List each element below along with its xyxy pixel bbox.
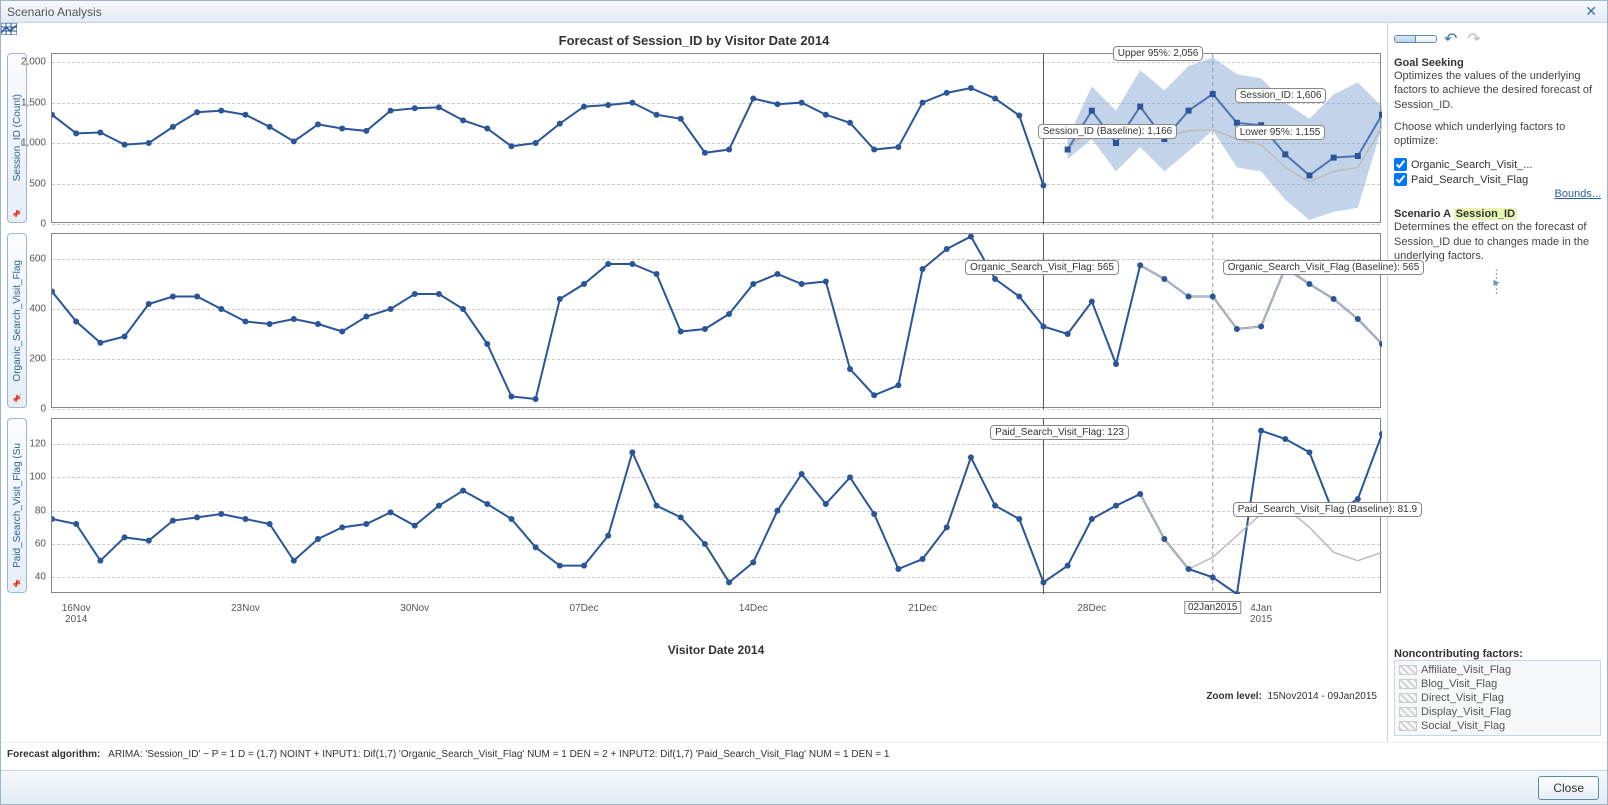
noncontributing-list: Affiliate_Visit_FlagBlog_Visit_FlagDirec… [1394,660,1601,736]
table-view-button[interactable] [1416,36,1436,42]
noncontributing-item: Direct_Visit_Flag [1399,691,1596,705]
plot-panel: 40608010012016Nov 201423Nov30Nov07Dec14D… [51,418,1381,593]
scenario-header: Scenario A Session_ID [1394,208,1601,220]
optimize-factor-1[interactable]: Organic_Search_Visit_... [1394,158,1601,171]
optimize-factor-1-checkbox[interactable] [1394,158,1407,171]
side-panel: ↶ ↷ Goal Seeking Optimizes the values of… [1387,23,1607,742]
view-segmented-control [1394,35,1437,43]
noncontributing-item: Social_Visit_Flag [1399,719,1596,733]
chart-area: Forecast of Session_ID by Visitor Date 2… [1,23,1387,742]
callout-paid-baseline: Paid_Search_Visit_Flag (Baseline): 81.9 [1233,502,1422,517]
window-title: Scenario Analysis [7,5,102,19]
optimize-factor-2[interactable]: Paid_Search_Visit_Flag [1394,173,1601,186]
callout-upper95: Upper 95%: 2,056 [1113,46,1204,61]
callout-paid: Paid_Search_Visit_Flag: 123 [990,425,1129,440]
goal-seeking-description: Optimizes the values of the underlying f… [1394,69,1601,112]
callout-lower95: Lower 95%: 1,155 [1235,125,1326,140]
reference-date-badge: 02Jan2015 [1184,601,1242,614]
goal-seeking-header: Goal Seeking [1394,57,1601,69]
close-button[interactable]: Close [1538,776,1599,800]
noncontributing-item: Display_Visit_Flag [1399,705,1596,719]
choose-factors-label: Choose which underlying factors to optim… [1394,120,1601,149]
plot-panel: 05001,0001,5002,000Upper 95%: 2,056Sessi… [51,53,1381,223]
dialog-footer: Close [1,770,1607,804]
x-axis-title: Visitor Date 2014 [52,643,1380,657]
plot-panel: 0200400600Organic_Search_Visit_Flag: 565… [51,233,1381,408]
title-bar: Scenario Analysis ✕ [1,1,1607,23]
forecast-algorithm-row: Forecast algorithm: ARIMA: 'Session_ID' … [1,742,1607,770]
callout-organic: Organic_Search_Visit_Flag: 565 [965,260,1119,275]
view-toolbar: ↶ ↷ [1394,29,1601,49]
zoom-level-label: Zoom level: 15Nov2014 - 09Jan2015 [1206,691,1377,702]
scenario-token: Session_ID [1454,208,1517,220]
chart-view-button[interactable] [1395,36,1416,42]
optimize-factor-1-label: Organic_Search_Visit_... [1411,159,1532,171]
window-close-button[interactable]: ✕ [1581,3,1601,20]
redo-button[interactable]: ↷ [1464,29,1483,49]
forecast-algorithm-text: ARIMA: 'Session_ID' ~ P = 1 D = (1,7) NO… [108,749,889,760]
optimize-factor-2-label: Paid_Search_Visit_Flag [1411,174,1528,186]
noncontributing-item: Blog_Visit_Flag [1399,677,1596,691]
callout-organic-baseline: Organic_Search_Visit_Flag (Baseline): 56… [1223,260,1425,275]
undo-button[interactable]: ↶ [1441,29,1460,49]
optimize-factor-2-checkbox[interactable] [1394,173,1407,186]
callout-session-baseline: Session_ID (Baseline): 1,166 [1038,124,1178,139]
panel-resize-handle[interactable]: ⋮▸⋮ [1394,271,1601,293]
scenario-description: Determines the effect on the forecast of… [1394,220,1601,263]
noncontributing-item: Affiliate_Visit_Flag [1399,663,1596,677]
callout-session-id: Session_ID: 1,606 [1235,88,1327,103]
bounds-link[interactable]: Bounds... [1555,188,1601,200]
forecast-algorithm-label: Forecast algorithm: [7,749,100,760]
noncontributing-header: Noncontributing factors: [1394,648,1601,660]
